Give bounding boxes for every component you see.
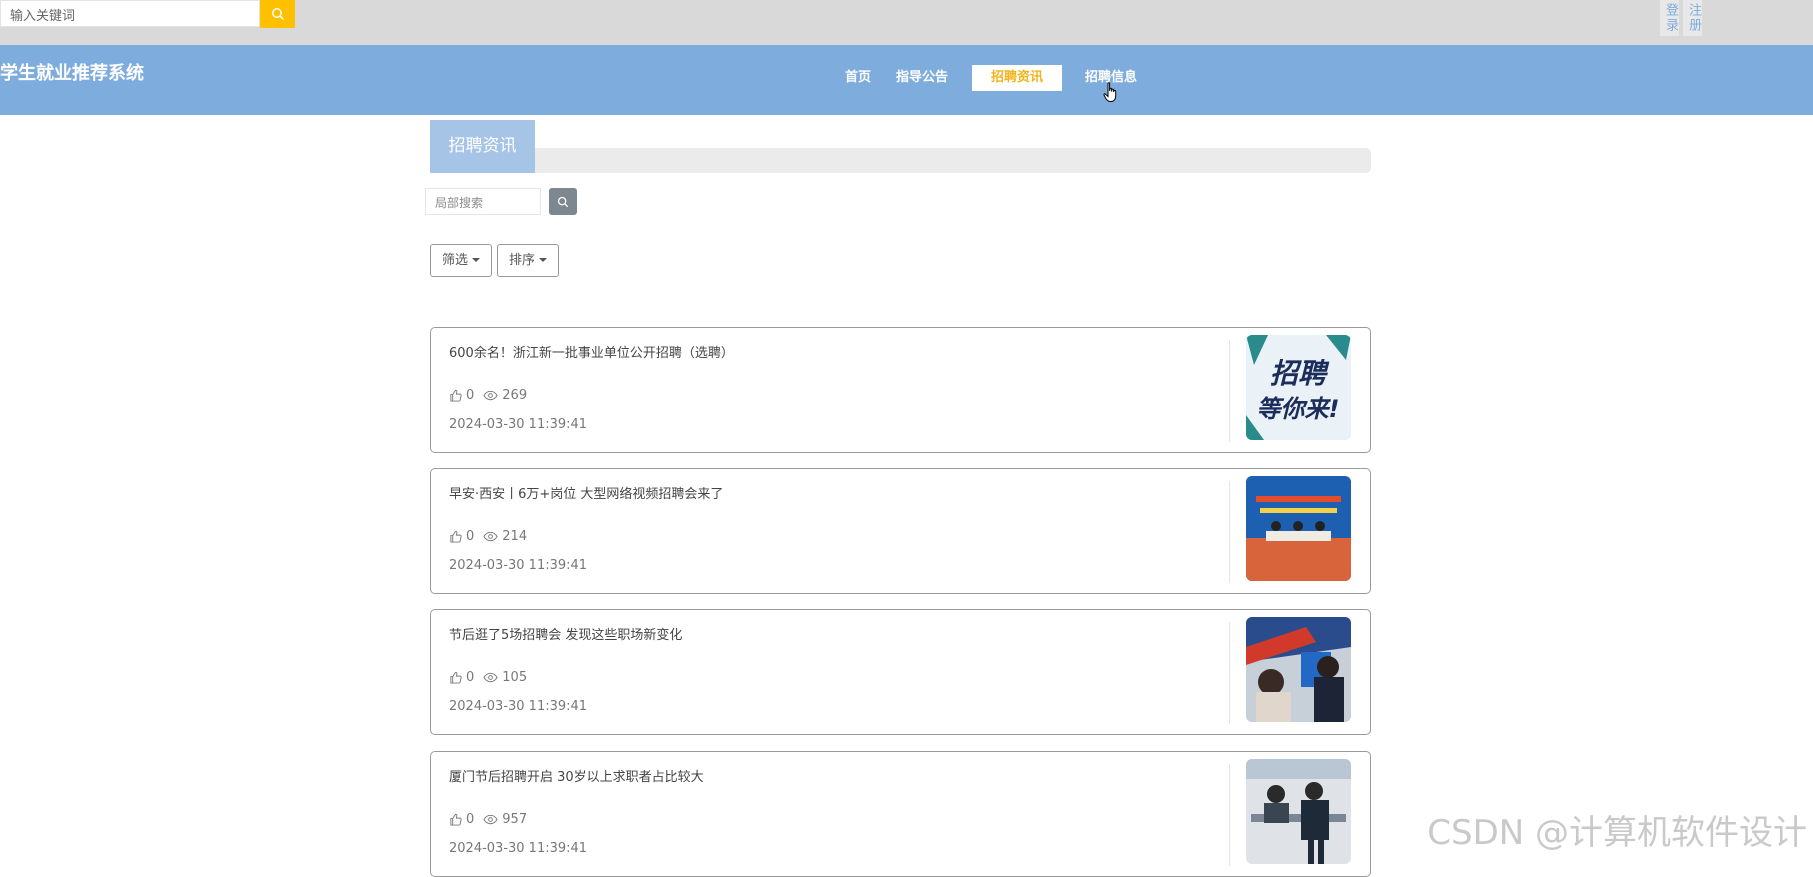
eye-icon bbox=[483, 672, 498, 683]
article-stats: 0 105 bbox=[449, 670, 536, 685]
thumbs-up-icon bbox=[450, 813, 462, 826]
eye-icon bbox=[483, 814, 498, 825]
like-count-value: 0 bbox=[466, 812, 475, 827]
top-bar: 输入关键词 登录 注册 bbox=[0, 0, 1813, 45]
section-header-bar bbox=[535, 148, 1371, 173]
like-count-value: 0 bbox=[466, 529, 475, 544]
nav-guidance-notices[interactable]: 指导公告 bbox=[893, 65, 951, 91]
sort-label: 排序 bbox=[508, 253, 535, 268]
watermark: CSDN @计算机软件设计 bbox=[1427, 813, 1807, 853]
thumbnail-text: 招聘 bbox=[1270, 357, 1330, 390]
nav-home[interactable]: 首页 bbox=[842, 65, 874, 91]
like-count[interactable]: 0 bbox=[449, 388, 474, 403]
view-count: 957 bbox=[483, 812, 527, 827]
section-title: 招聘资讯 bbox=[430, 120, 535, 173]
register-link[interactable]: 注册 bbox=[1683, 0, 1702, 36]
global-search-input[interactable]: 输入关键词 bbox=[0, 0, 260, 27]
thumbs-up-icon bbox=[450, 389, 462, 402]
global-search-button[interactable] bbox=[260, 0, 295, 28]
thumbs-up-icon bbox=[450, 530, 462, 543]
filter-dropdown[interactable]: 筛选 bbox=[430, 244, 492, 277]
card-divider bbox=[1229, 340, 1230, 442]
article-time: 2024-03-30 11:39:41 bbox=[449, 417, 588, 432]
article-thumbnail[interactable] bbox=[1246, 476, 1351, 581]
article-title[interactable]: 600余名！浙江新一批事业单位公开招聘（选聘） bbox=[449, 342, 734, 361]
like-count-value: 0 bbox=[466, 388, 475, 403]
article-card[interactable]: 600余名！浙江新一批事业单位公开招聘（选聘） 0 269 2024-03-30… bbox=[430, 327, 1371, 453]
hand-cursor-icon bbox=[1103, 82, 1117, 102]
local-search-button[interactable] bbox=[549, 188, 577, 215]
view-count-value: 957 bbox=[502, 812, 528, 827]
article-card[interactable]: 早安·西安丨6万+岗位 大型网络视频招聘会来了 0 214 2024-03-30… bbox=[430, 468, 1371, 594]
login-link[interactable]: 登录 bbox=[1660, 0, 1679, 36]
article-title[interactable]: 早安·西安丨6万+岗位 大型网络视频招聘会来了 bbox=[449, 483, 723, 502]
article-stats: 0 214 bbox=[449, 529, 536, 544]
article-title[interactable]: 厦门节后招聘开启 30岁以上求职者占比较大 bbox=[449, 766, 704, 785]
like-count[interactable]: 0 bbox=[449, 812, 474, 827]
thumbnail-text: 等你来! bbox=[1257, 395, 1340, 423]
sort-dropdown[interactable]: 排序 bbox=[497, 244, 559, 277]
article-time: 2024-03-30 11:39:41 bbox=[449, 699, 588, 714]
article-thumbnail[interactable]: 招聘 等你来! bbox=[1246, 335, 1351, 440]
search-icon bbox=[271, 8, 284, 21]
local-search-input[interactable]: 局部搜索 bbox=[425, 188, 541, 215]
view-count-value: 269 bbox=[502, 388, 528, 403]
article-card[interactable]: 节后逛了5场招聘会 发现这些职场新变化 0 105 2024-03-30 11:… bbox=[430, 609, 1371, 735]
view-count-value: 214 bbox=[502, 529, 528, 544]
article-stats: 0 957 bbox=[449, 812, 536, 827]
article-time: 2024-03-30 11:39:41 bbox=[449, 558, 588, 573]
view-count: 214 bbox=[483, 529, 527, 544]
site-brand: 学生就业推荐系统 bbox=[0, 63, 144, 84]
caret-down-icon bbox=[472, 258, 480, 262]
article-thumbnail[interactable] bbox=[1246, 759, 1351, 864]
like-count[interactable]: 0 bbox=[449, 529, 474, 544]
filter-label: 筛选 bbox=[441, 253, 468, 268]
article-card[interactable]: 厦门节后招聘开启 30岁以上求职者占比较大 0 957 2024-03-30 1… bbox=[430, 751, 1371, 877]
like-count[interactable]: 0 bbox=[449, 670, 474, 685]
article-title[interactable]: 节后逛了5场招聘会 发现这些职场新变化 bbox=[449, 624, 682, 643]
article-thumbnail[interactable] bbox=[1246, 617, 1351, 722]
card-divider bbox=[1229, 481, 1230, 583]
view-count-value: 105 bbox=[502, 670, 528, 685]
card-divider bbox=[1229, 764, 1230, 866]
article-stats: 0 269 bbox=[449, 388, 536, 403]
search-icon bbox=[557, 196, 569, 207]
nav-recruitment-news[interactable]: 招聘资讯 bbox=[972, 65, 1062, 91]
eye-icon bbox=[483, 390, 498, 401]
like-count-value: 0 bbox=[466, 670, 475, 685]
thumbs-up-icon bbox=[450, 671, 462, 684]
view-count: 269 bbox=[483, 388, 527, 403]
caret-down-icon bbox=[539, 258, 547, 262]
view-count: 105 bbox=[483, 670, 527, 685]
article-time: 2024-03-30 11:39:41 bbox=[449, 841, 588, 856]
main-navbar: 学生就业推荐系统 首页 指导公告 招聘资讯 招聘信息 bbox=[0, 45, 1813, 115]
card-divider bbox=[1229, 622, 1230, 724]
eye-icon bbox=[483, 531, 498, 542]
